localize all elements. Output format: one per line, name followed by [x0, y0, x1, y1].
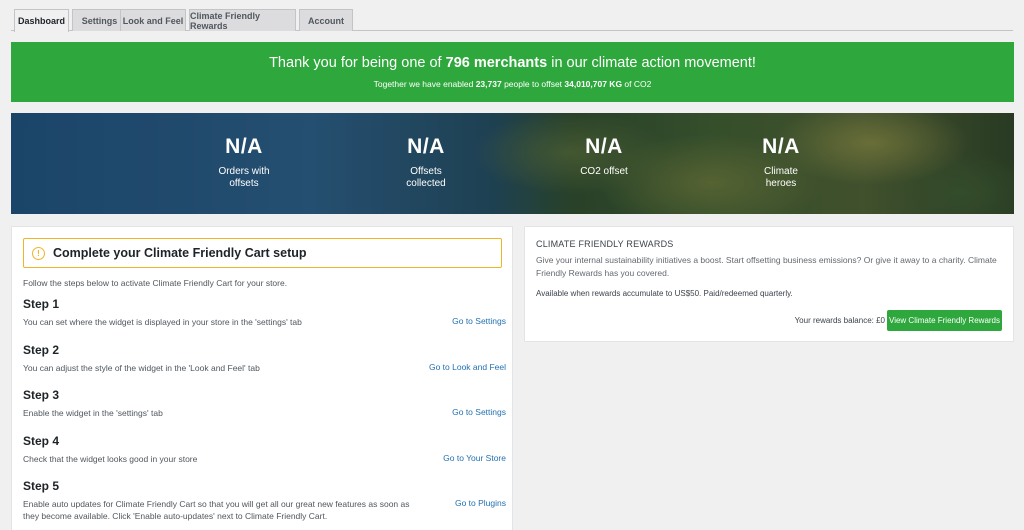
stat-label-line2: heroes	[765, 178, 797, 189]
stat-value: N/A	[407, 135, 445, 158]
stats-hero: N/A Orders with offsets N/A Offsets collec…	[11, 113, 1014, 214]
info-icon: !	[32, 246, 45, 260]
merchants-banner: Thank you for being one of 796 merchants…	[11, 42, 1014, 102]
stat-label-line1: Offsets	[410, 166, 442, 177]
tab-settings[interactable]: Settings	[72, 9, 127, 31]
setup-step-5: Step 5 Enable auto updates for Climate F…	[23, 479, 506, 522]
stat-value: N/A	[225, 135, 263, 158]
setup-card: ! Complete your Climate Friendly Cart se…	[11, 226, 513, 530]
stat-label-line2: collected	[406, 178, 446, 189]
go-to-plugins-link[interactable]: Go to Plugins	[455, 498, 506, 508]
rewards-description: Give your internal sustainability initia…	[536, 255, 997, 278]
stat-label-line1: CO2 offset	[580, 166, 628, 177]
banner-sub-prefix: Together we have enabled	[373, 79, 476, 89]
step-title: Step 1	[23, 297, 60, 311]
step-description: Enable the widget in the 'settings' tab	[23, 408, 163, 418]
stat-climate-heroes: N/A Climate heroes	[716, 135, 846, 190]
step-title: Step 3	[23, 388, 60, 402]
co2-total: 34,010,707 KG	[564, 79, 623, 89]
banner-suffix: in our climate action movement!	[547, 55, 756, 71]
tab-climate-friendly-rewards[interactable]: Climate Friendly Rewards	[189, 9, 296, 31]
people-count: 23,737	[475, 79, 502, 89]
step-description: Enable auto updates for Climate Friendly…	[23, 499, 410, 521]
banner-sub-suffix: of CO2	[622, 79, 652, 89]
banner-subline: Together we have enabled 23,737 people t…	[11, 79, 1014, 89]
rewards-balance: Your rewards balance: £0	[794, 316, 885, 325]
stat-co2-offset: N/A CO2 offset	[539, 135, 669, 178]
step-description: Check that the widget looks good in your…	[23, 454, 198, 464]
stat-offsets-collected: N/A Offsets collected	[361, 135, 491, 190]
setup-intro: Follow the steps below to activate Clima…	[23, 278, 288, 288]
stat-label: Climate heroes	[716, 166, 846, 190]
stat-label-line2: offsets	[229, 178, 259, 189]
step-title: Step 2	[23, 343, 60, 357]
step-description: You can set where the widget is displaye…	[23, 317, 302, 327]
view-rewards-button[interactable]: View Climate Friendly Rewards	[887, 310, 1002, 331]
stat-label-line1: Climate	[764, 166, 798, 177]
stat-label: CO2 offset	[539, 166, 669, 178]
stat-orders-with-offsets: N/A Orders with offsets	[179, 135, 309, 190]
stat-value: N/A	[762, 135, 800, 158]
stat-label: Orders with offsets	[179, 166, 309, 190]
tab-account[interactable]: Account	[299, 9, 353, 31]
stat-value: N/A	[585, 135, 623, 158]
hero-shade	[11, 113, 1014, 214]
setup-step-4: Step 4 Check that the widget looks good …	[23, 434, 506, 465]
go-to-settings-link[interactable]: Go to Settings	[452, 407, 506, 417]
stat-label-line1: Orders with	[218, 166, 270, 177]
step-title: Step 5	[23, 479, 60, 493]
stat-label: Offsets collected	[361, 166, 491, 190]
go-to-settings-link[interactable]: Go to Settings	[452, 316, 506, 326]
setup-step-2: Step 2 You can adjust the style of the w…	[23, 343, 506, 374]
banner-sub-mid: people to offset	[501, 79, 565, 89]
banner-prefix: Thank you for being one of	[269, 55, 446, 71]
rewards-title: CLIMATE FRIENDLY REWARDS	[536, 239, 674, 249]
rewards-availability: Available when rewards accumulate to US$…	[536, 289, 793, 298]
nav-tab-bar: Dashboard Settings Look and Feel Climate…	[11, 8, 1013, 32]
step-title: Step 4	[23, 434, 60, 448]
setup-title: Complete your Climate Friendly Cart setu…	[53, 246, 307, 260]
banner-headline: Thank you for being one of 796 merchants…	[11, 55, 1014, 71]
rewards-card: CLIMATE FRIENDLY REWARDS Give your inter…	[524, 226, 1014, 342]
tab-dashboard[interactable]: Dashboard	[14, 9, 69, 32]
tab-look-and-feel[interactable]: Look and Feel	[120, 9, 186, 31]
merchant-count: 796 merchants	[445, 55, 548, 71]
setup-header: ! Complete your Climate Friendly Cart se…	[23, 238, 502, 268]
go-to-your-store-link[interactable]: Go to Your Store	[443, 453, 506, 463]
setup-step-3: Step 3 Enable the widget in the 'setting…	[23, 388, 506, 419]
setup-step-1: Step 1 You can set where the widget is d…	[23, 297, 506, 328]
step-description: You can adjust the style of the widget i…	[23, 363, 260, 373]
go-to-look-and-feel-link[interactable]: Go to Look and Feel	[429, 362, 506, 372]
